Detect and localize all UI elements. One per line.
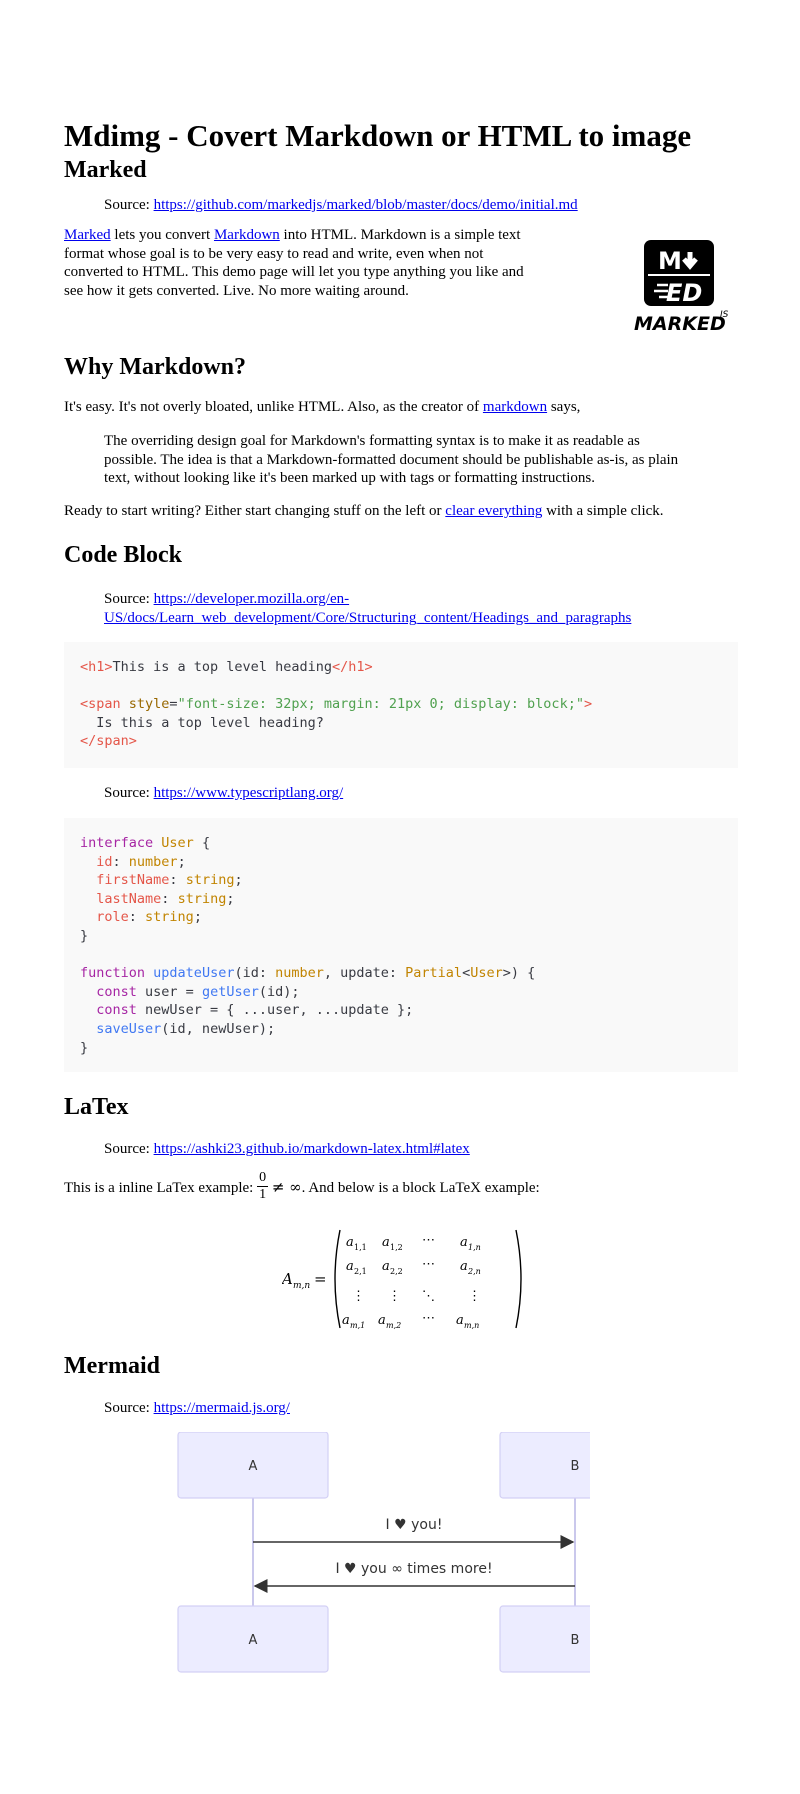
- neq-infinity: ≠ ∞: [271, 1177, 302, 1196]
- svg-text:a: a: [382, 1235, 390, 1250]
- svg-text:2,2: 2,2: [390, 1267, 403, 1276]
- svg-text:a: a: [346, 1235, 354, 1250]
- svg-text:a: a: [382, 1259, 390, 1274]
- heading-mermaid: Mermaid: [64, 1353, 160, 1379]
- svg-text:⋯: ⋯: [422, 1311, 435, 1326]
- heading-marked: Marked: [64, 157, 147, 183]
- marked-logo-icon: M ED MARKED JS: [634, 240, 729, 334]
- code-line: Is this a top level heading?: [80, 714, 324, 731]
- svg-text:m,n: m,n: [464, 1321, 479, 1330]
- mermaid-source: Source: https://mermaid.js.org/: [104, 1399, 290, 1418]
- heading-why-markdown: Why Markdown?: [64, 354, 247, 380]
- inline-before: This is a inline LaTex example:: [64, 1179, 258, 1196]
- fraction-numerator: 0: [257, 1170, 269, 1187]
- source-label: Source:: [104, 1141, 154, 1157]
- svg-text:1,2: 1,2: [390, 1243, 403, 1252]
- svg-text:m,n: m,n: [293, 1281, 310, 1291]
- mdn-link-line-1: https://developer.mozilla.org/en-: [153, 591, 350, 607]
- svg-text:1,n: 1,n: [468, 1243, 481, 1252]
- svg-text:⋮: ⋮: [468, 1289, 481, 1304]
- mdn-link-line-2: US/docs/Learn_web_development/Core/Struc…: [104, 609, 632, 626]
- svg-text:m,2: m,2: [386, 1321, 401, 1330]
- actor-a-top-label: A: [249, 1459, 258, 1474]
- svg-text:2,1: 2,1: [354, 1267, 367, 1276]
- marked-source-link[interactable]: https://github.com/markedjs/marked/blob/…: [154, 197, 578, 213]
- code-source-1: Source: https://developer.mozilla.org/en…: [104, 590, 631, 627]
- mermaid-source-link[interactable]: https://mermaid.js.org/: [154, 1400, 290, 1416]
- why-text-end: says,: [547, 399, 581, 415]
- message-2-label: I ♥ you ∞ times more!: [335, 1561, 492, 1577]
- svg-text:a: a: [456, 1313, 464, 1328]
- why-text: It's easy. It's not overly bloated, unli…: [64, 399, 483, 415]
- svg-text:⋯: ⋯: [422, 1257, 435, 1272]
- message-1-label: I ♥ you!: [386, 1517, 443, 1533]
- inline-after: . And below is a block LaTeX example:: [301, 1179, 540, 1196]
- svg-text:A: A: [282, 1270, 293, 1288]
- code-line: <h1>This is a top level heading</h1>: [80, 659, 373, 675]
- why-paragraph-2: Ready to start writing? Either start cha…: [64, 502, 664, 521]
- svg-text:a: a: [460, 1235, 468, 1250]
- marked-link[interactable]: Marked: [64, 227, 111, 243]
- code-source-2: Source: https://www.typescriptlang.org/: [104, 784, 343, 803]
- svg-text:⋮: ⋮: [388, 1289, 401, 1304]
- svg-text:M: M: [658, 247, 682, 275]
- fraction-denominator: 1: [259, 1187, 267, 1202]
- actor-a-bottom-label: A: [249, 1633, 258, 1648]
- source-label: Source:: [104, 197, 154, 213]
- svg-text:a: a: [346, 1259, 354, 1274]
- inline-fraction: 01: [257, 1170, 269, 1203]
- svg-text:ED: ED: [666, 279, 702, 307]
- page-title: Mdimg - Covert Markdown or HTML to image: [64, 118, 692, 153]
- why-paragraph-1: It's easy. It's not overly bloated, unli…: [64, 398, 580, 417]
- code-line: <span style="font-size: 32px; margin: 21…: [80, 696, 593, 713]
- markdown-creator-link[interactable]: markdown: [483, 399, 547, 415]
- source-label: Source:: [104, 1400, 154, 1416]
- marked-source: Source: https://github.com/markedjs/mark…: [104, 196, 578, 215]
- markdown-quote: The overriding design goal for Markdown'…: [104, 433, 679, 486]
- logo-wordmark: MARKED: [634, 313, 726, 334]
- typescript-source-link[interactable]: https://www.typescriptlang.org/: [154, 785, 344, 801]
- markdown-link[interactable]: Markdown: [214, 227, 280, 243]
- mdn-source-link[interactable]: https://developer.mozilla.org/en- US/docs…: [104, 591, 631, 626]
- latex-source-link[interactable]: https://ashki23.github.io/markdown-latex…: [154, 1141, 470, 1157]
- typescript-code-block: interface User { id: number; firstName: …: [64, 818, 738, 1072]
- source-label: Source:: [104, 785, 154, 801]
- intro-text: lets you convert: [110, 227, 214, 243]
- latex-matrix: A m,n = a 1,1 a 1,2 ⋯ a 1,n a 2,1 a 2,2 ⋯ a 2,…: [282, 1229, 522, 1330]
- svg-text:a: a: [460, 1259, 468, 1274]
- svg-text:a: a: [378, 1313, 386, 1328]
- svg-text:m,1: m,1: [350, 1321, 365, 1330]
- source-label: Source:: [104, 591, 154, 607]
- html-code-block: <h1>This is a top level heading</h1> <sp…: [64, 642, 738, 768]
- heading-code-block: Code Block: [64, 542, 183, 568]
- svg-text:a: a: [342, 1313, 350, 1328]
- code-line: </span>: [80, 733, 137, 750]
- ready-text: Ready to start writing? Either start cha…: [64, 503, 446, 519]
- ready-text-end: with a simple click.: [542, 503, 664, 519]
- actor-b-top-label: B: [571, 1459, 580, 1474]
- svg-text:⋱: ⋱: [422, 1289, 435, 1304]
- logo-sup: JS: [718, 310, 729, 320]
- latex-inline-paragraph: This is a inline LaTex example: 01 ≠ ∞. …: [64, 1170, 540, 1205]
- document-page: Mdimg - Covert Markdown or HTML to image…: [0, 0, 800, 1794]
- heading-latex: LaTex: [64, 1094, 129, 1120]
- svg-text:=: =: [314, 1270, 327, 1288]
- actor-b-bottom-label: B: [571, 1633, 580, 1648]
- latex-source: Source: https://ashki23.github.io/markdo…: [104, 1140, 470, 1159]
- svg-text:⋯: ⋯: [422, 1233, 435, 1248]
- mermaid-sequence-diagram: A B I ♥ you! I ♥ you ∞ times more! A B: [177, 1432, 590, 1673]
- clear-everything-link[interactable]: clear everything: [445, 503, 542, 519]
- marked-intro: Marked lets you convert Markdown into HT…: [64, 226, 536, 300]
- svg-text:1,1: 1,1: [354, 1243, 367, 1252]
- svg-text:⋮: ⋮: [352, 1289, 365, 1304]
- svg-text:2,n: 2,n: [467, 1267, 481, 1276]
